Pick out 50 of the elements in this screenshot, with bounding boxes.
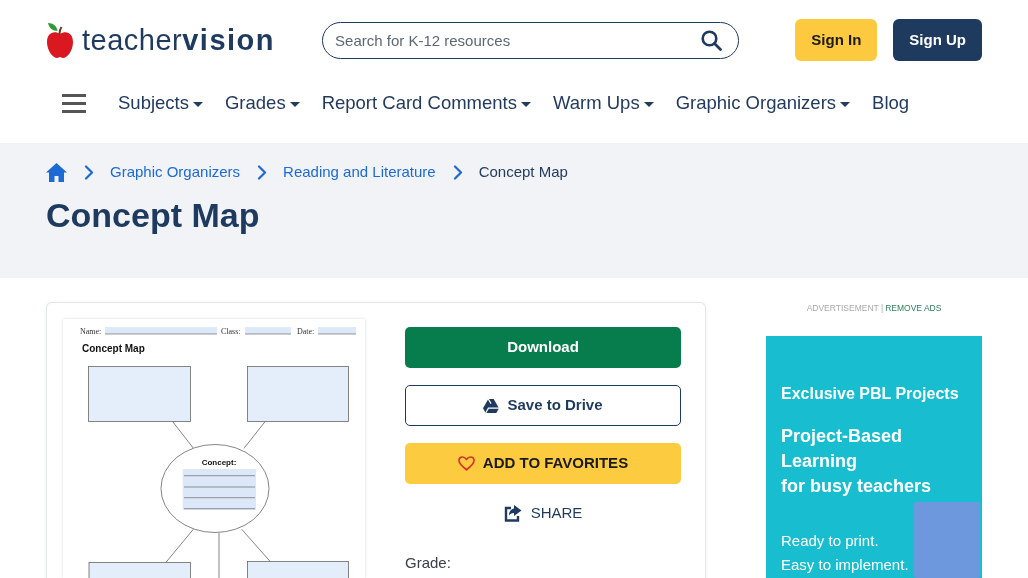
connector-line	[243, 421, 266, 449]
ad-label: ADVERTISEMENT |	[806, 303, 884, 313]
drive-icon	[483, 398, 500, 413]
caret-icon	[289, 101, 300, 107]
concept-label: Concept:	[201, 458, 237, 467]
worksheet-field-label: Name:	[80, 327, 102, 336]
worksheet-field-label: Date:	[297, 327, 315, 336]
sign-up-button[interactable]: Sign Up	[893, 19, 982, 61]
ad-text: Easy to implement.	[781, 555, 909, 575]
nav-dropdown[interactable]: Warm Ups	[553, 89, 654, 117]
ad-headline: Project-Based Learning for busy teachers	[781, 425, 932, 498]
share-icon	[503, 504, 522, 522]
chevron-icon	[257, 164, 268, 180]
caret-icon	[840, 101, 851, 107]
share-button[interactable]: SHARE	[503, 500, 583, 527]
breadcrumb-link[interactable]: Graphic Organizers	[110, 160, 241, 184]
logo-wordmark[interactable]: teachervision	[82, 25, 276, 55]
caret-icon	[643, 101, 654, 107]
home-icon[interactable]	[46, 162, 67, 182]
connector-line	[172, 421, 195, 450]
connector-line	[241, 528, 271, 562]
page-title: Concept Map	[46, 195, 260, 236]
chevron-icon	[84, 164, 94, 180]
remove-ads-link[interactable]: REMOVE ADS	[885, 303, 942, 313]
search-field[interactable]: Search for K-12 resources	[322, 21, 740, 59]
sign-in-button[interactable]: Sign In	[795, 19, 878, 61]
breadcrumb-link[interactable]: Reading and Literature	[283, 160, 436, 184]
menu-icon[interactable]	[62, 93, 86, 113]
save-to-drive-button[interactable]: Save to Drive	[405, 385, 681, 426]
connector-line	[165, 528, 194, 563]
search-icon[interactable]	[701, 29, 723, 51]
caret-icon	[521, 101, 531, 107]
add-to-favorites-button[interactable]: ADD TO FAVORITES	[405, 443, 681, 484]
worksheet-title: Concept Map	[82, 343, 145, 354]
grade-label: Grade:	[405, 553, 451, 574]
chevron-icon	[452, 164, 463, 180]
worksheet-field-label: Class:	[221, 327, 241, 336]
nav-link[interactable]: Blog	[872, 89, 910, 117]
connector-line	[218, 532, 220, 578]
download-button[interactable]: Download	[405, 327, 681, 368]
caret-icon	[192, 101, 203, 107]
heart-icon	[457, 456, 475, 471]
apple-icon[interactable]	[46, 21, 74, 59]
ad-text: Ready to print.	[781, 531, 879, 551]
nav-dropdown[interactable]: Subjects	[118, 89, 203, 117]
breadcrumb-current: Concept Map	[478, 161, 568, 182]
nav-dropdown[interactable]: Grades	[224, 89, 300, 117]
ad-kicker: Exclusive PBL Projects	[781, 384, 959, 404]
nav-dropdown[interactable]: Graphic Organizers	[675, 89, 851, 117]
nav-dropdown[interactable]: Report Card Comments	[321, 89, 531, 117]
